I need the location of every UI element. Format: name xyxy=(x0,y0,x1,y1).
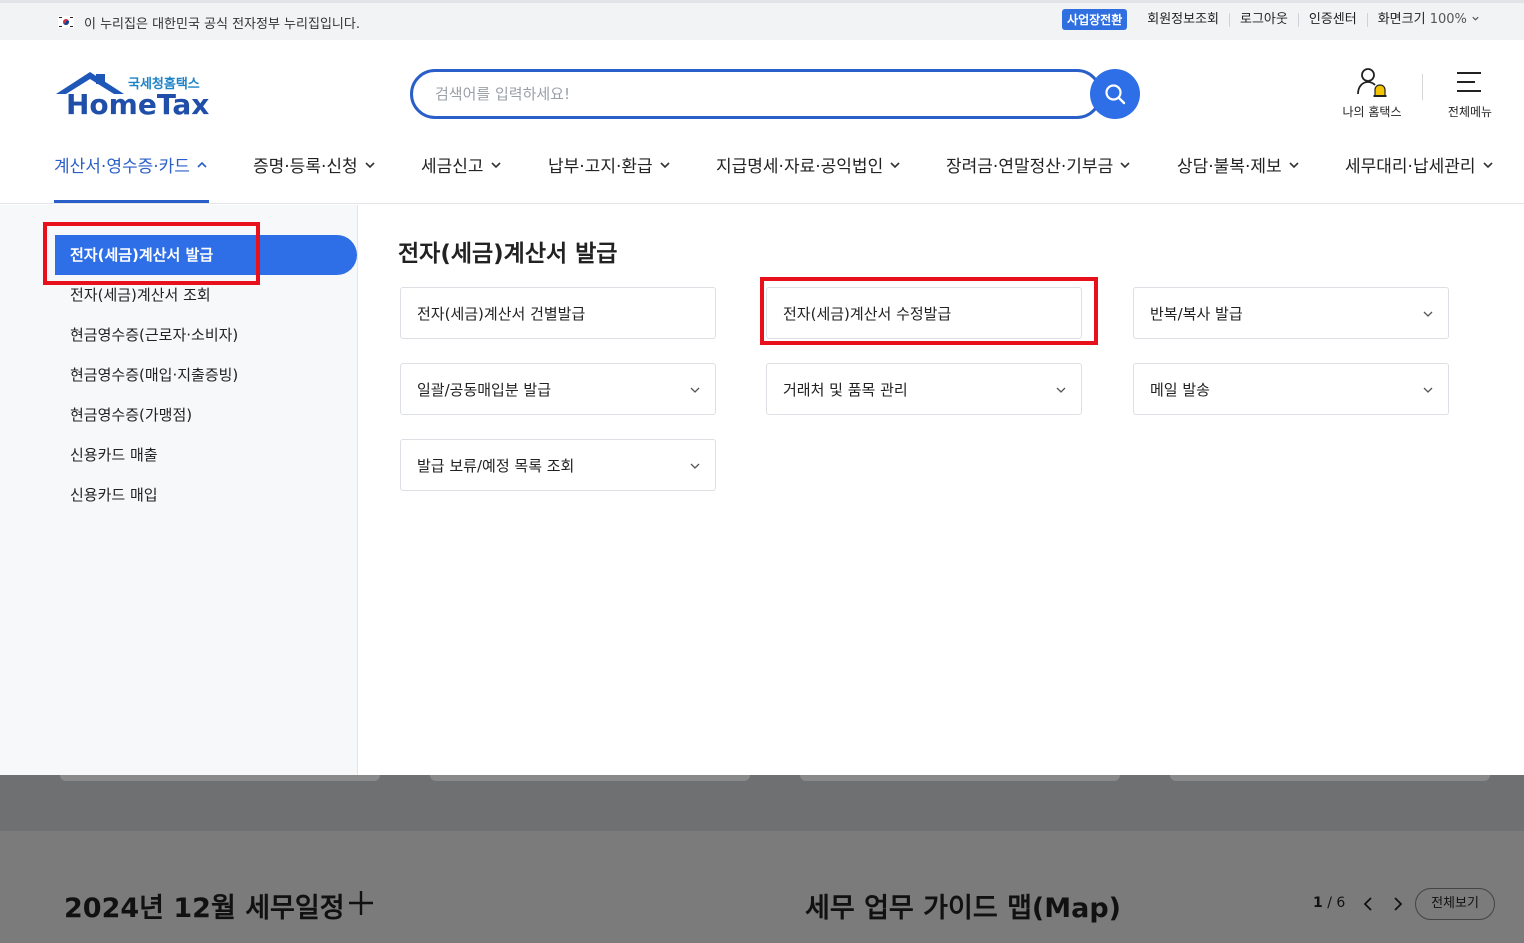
my-hometax-button[interactable]: 나의 홈택스 xyxy=(1338,66,1406,120)
nav-item-label: 납부·고지·환급 xyxy=(548,157,653,177)
banner-card-edge xyxy=(800,775,1120,781)
my-hometax-label: 나의 홈택스 xyxy=(1342,105,1402,119)
chevron-down-icon xyxy=(1289,161,1299,168)
banner-card-edge xyxy=(1170,775,1490,781)
zoom-value: 100% xyxy=(1429,11,1467,27)
nav-item-label: 계산서·영수증·카드 xyxy=(54,157,190,177)
nav-item-payment[interactable]: 납부·고지·환급 xyxy=(548,152,671,177)
zoom-control[interactable]: 화면크기 100% xyxy=(1366,11,1490,27)
korea-flag-icon xyxy=(58,16,74,28)
chevron-down-icon xyxy=(1482,161,1493,168)
nav-item-invoices[interactable]: 계산서·영수증·카드 xyxy=(54,152,208,177)
chevron-left-icon[interactable] xyxy=(1362,896,1374,912)
chevron-down-icon xyxy=(660,161,670,168)
card-repeat-copy-issue[interactable]: 반복/복사 발급 xyxy=(1133,287,1449,339)
nav-item-certificates[interactable]: 증명·등록·신청 xyxy=(253,152,376,177)
card-label: 전자(세금)계산서 건별발급 xyxy=(417,305,586,323)
search-icon xyxy=(1105,84,1126,105)
card-label: 반복/복사 발급 xyxy=(1150,305,1243,323)
pager: 1 / 6 xyxy=(1313,895,1345,911)
chevron-up-icon xyxy=(197,161,207,168)
search-input[interactable] xyxy=(433,84,1073,104)
main-nav: 계산서·영수증·카드 증명·등록·신청 세금신고 납부·고지·환급 지급명세·자… xyxy=(0,140,1524,204)
nav-item-statements[interactable]: 지급명세·자료·공익법인 xyxy=(716,152,901,177)
sidebar-item-view-einvoice[interactable]: 전자(세금)계산서 조회 xyxy=(70,284,211,305)
hamburger-menu-icon xyxy=(1457,72,1481,92)
nav-item-tax-agent[interactable]: 세무대리·납세관리 xyxy=(1345,152,1494,177)
cert-center-link[interactable]: 인증센터 xyxy=(1297,12,1367,27)
card-label: 메일 발송 xyxy=(1150,381,1210,399)
page-title: 전자(세금)계산서 발급 xyxy=(398,241,618,267)
switch-business-button[interactable]: 사업장전환 xyxy=(1062,9,1128,30)
card-batch-issue[interactable]: 일괄/공동매입분 발급 xyxy=(400,363,716,415)
nav-item-incentives[interactable]: 장려금·연말정산·기부금 xyxy=(946,152,1131,177)
user-bell-icon xyxy=(1357,68,1387,97)
chevron-down-icon xyxy=(1120,161,1130,168)
pager-total: / 6 xyxy=(1327,895,1346,911)
banner-card-edge xyxy=(60,775,380,781)
chevron-down-icon xyxy=(1423,387,1433,393)
highlight-box-amended-issue xyxy=(760,277,1098,345)
logout-link[interactable]: 로그아웃 xyxy=(1229,12,1298,27)
card-label: 거래처 및 품목 관리 xyxy=(783,381,908,399)
tax-schedule-title: 2024년 12월 세무일정 xyxy=(64,893,345,924)
sidebar-item-cash-receipt-purchase[interactable]: 현금영수증(매입·지출증빙) xyxy=(70,364,238,385)
search-box xyxy=(410,69,1102,119)
all-menu-label: 전체메뉴 xyxy=(1447,105,1493,119)
nav-item-label: 장려금·연말정산·기부금 xyxy=(946,157,1114,177)
sidebar-item-cash-receipt-consumer[interactable]: 현금영수증(근로자·소비자) xyxy=(70,324,238,345)
card-mail-send[interactable]: 메일 발송 xyxy=(1133,363,1449,415)
sidebar-item-credit-card-sales[interactable]: 신용카드 매출 xyxy=(70,444,158,465)
member-info-link[interactable]: 회원정보조회 xyxy=(1137,12,1229,27)
header-divider xyxy=(1422,74,1423,100)
sidebar-item-cash-receipt-merchant[interactable]: 현금영수증(가맹점) xyxy=(70,404,192,425)
all-menu-button[interactable]: 전체메뉴 xyxy=(1440,66,1500,120)
chevron-down-icon xyxy=(365,161,375,168)
nav-item-label: 상담·불복·제보 xyxy=(1177,157,1282,177)
plus-icon[interactable] xyxy=(348,890,374,916)
nav-active-indicator xyxy=(54,200,209,203)
utility-links: 사업장전환 회원정보조회 로그아웃 인증센터 화면크기 100% xyxy=(1062,9,1490,30)
card-label: 일괄/공동매입분 발급 xyxy=(417,381,552,399)
chevron-down-icon xyxy=(690,463,700,469)
chevron-right-icon[interactable] xyxy=(1392,896,1404,912)
chevron-down-icon xyxy=(490,161,501,168)
guide-map-title: 세무 업무 가이드 맵(Map) xyxy=(805,893,1122,924)
card-label: 발급 보류/예정 목록 조회 xyxy=(417,457,575,475)
card-partner-item-management[interactable]: 거래처 및 품목 관리 xyxy=(766,363,1082,415)
pager-current: 1 xyxy=(1313,895,1323,911)
gov-notice-text: 이 누리집은 대한민국 공식 전자정부 누리집입니다. xyxy=(84,17,360,32)
chevron-down-icon xyxy=(1423,311,1433,317)
nav-item-label: 세금신고 xyxy=(421,157,484,177)
card-pending-list[interactable]: 발급 보류/예정 목록 조회 xyxy=(400,439,716,491)
logo-title: HomeTax xyxy=(66,88,210,121)
nav-item-label: 지급명세·자료·공익법인 xyxy=(716,157,884,177)
chevron-down-icon xyxy=(890,161,900,168)
search-button[interactable] xyxy=(1090,69,1140,119)
chevron-down-icon xyxy=(1056,387,1066,393)
nav-item-label: 세무대리·납세관리 xyxy=(1345,157,1476,177)
banner-card-edge xyxy=(430,775,750,781)
card-individual-issue[interactable]: 전자(세금)계산서 건별발급 xyxy=(400,287,716,339)
chevron-down-icon xyxy=(1472,16,1479,21)
hometax-logo[interactable]: 국세청홈택스 HomeTax xyxy=(54,70,214,124)
chevron-down-icon xyxy=(690,387,700,393)
highlight-box-sidebar xyxy=(43,222,260,285)
nav-item-label: 증명·등록·신청 xyxy=(253,157,358,177)
sidebar-item-credit-card-purchase[interactable]: 신용카드 매입 xyxy=(70,484,158,505)
nav-item-consulting[interactable]: 상담·불복·제보 xyxy=(1177,152,1300,177)
bottom-banner-strip xyxy=(0,775,1524,831)
view-all-button[interactable]: 전체보기 xyxy=(1415,888,1495,920)
nav-item-tax-filing[interactable]: 세금신고 xyxy=(421,152,502,177)
zoom-label: 화면크기 xyxy=(1377,11,1426,27)
